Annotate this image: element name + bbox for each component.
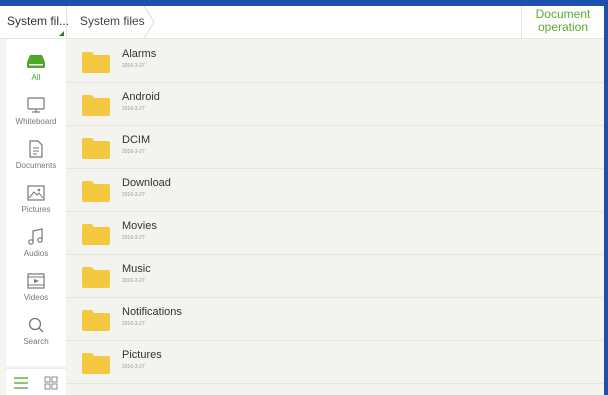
sidebar: All Whiteboard Documents Pictures Audios… <box>6 39 66 366</box>
sidebar-item-label: Whiteboard <box>15 117 57 126</box>
document-operation-label: Document operation <box>535 7 591 34</box>
folder-icon <box>82 224 110 245</box>
list-item[interactable]: Android 2016-3-27 <box>66 82 604 126</box>
sidebar-item-audios[interactable]: Audios <box>6 223 66 267</box>
sidebar-item-label: Pictures <box>21 205 51 214</box>
breadcrumb[interactable]: System files <box>66 6 156 38</box>
folder-icon <box>82 267 110 288</box>
folder-icon <box>82 138 110 159</box>
file-manager-window: System fil... System files Document oper… <box>0 6 604 395</box>
file-date: 2016-3-27 <box>122 278 145 284</box>
folder-icon <box>82 52 110 73</box>
document-operation-button[interactable]: Document operation <box>521 6 604 38</box>
file-date: 2016-3-27 <box>122 364 145 370</box>
search-icon <box>28 317 44 333</box>
sidebar-item-pictures[interactable]: Pictures <box>6 179 66 223</box>
sidebar-item-search[interactable]: Search <box>6 311 66 355</box>
sidebar-item-videos[interactable]: Videos <box>6 267 66 311</box>
top-bar: System fil... System files Document oper… <box>0 6 604 39</box>
document-icon <box>29 140 43 158</box>
file-name: Movies <box>122 220 157 232</box>
sidebar-item-label: Search <box>23 337 49 346</box>
file-name: Android <box>122 91 160 103</box>
list-item[interactable]: DCIM 2016-3-27 <box>66 125 604 169</box>
file-list: Alarms 2016-3-27 Android 2016-3-27 DCIM … <box>66 39 604 395</box>
breadcrumb-label: System files <box>80 14 145 28</box>
sidebar-item-whiteboard[interactable]: Whiteboard <box>6 91 66 135</box>
sidebar-item-label: All <box>31 73 41 82</box>
sidebar-item-label: Audios <box>23 249 49 258</box>
folder-icon <box>82 310 110 331</box>
file-name: Notifications <box>122 306 182 318</box>
sidebar-item-documents[interactable]: Documents <box>6 135 66 179</box>
list-item[interactable]: Alarms 2016-3-27 <box>66 39 604 83</box>
sidebar-item-label: Videos <box>23 293 49 302</box>
file-name: Music <box>122 263 151 275</box>
storage-dropdown[interactable]: System fil... <box>0 6 70 38</box>
folder-icon <box>82 95 110 116</box>
sidebar-item-label: Documents <box>15 161 57 170</box>
list-item[interactable]: Download 2016-3-27 <box>66 168 604 212</box>
file-date: 2016-3-27 <box>122 149 145 155</box>
music-note-icon <box>28 228 43 245</box>
drive-icon <box>27 55 45 68</box>
folder-icon <box>82 181 110 202</box>
file-name: Alarms <box>122 48 157 60</box>
list-item[interactable]: Music 2016-3-27 <box>66 254 604 298</box>
file-name: Pictures <box>122 349 162 361</box>
grid-view-icon[interactable] <box>43 375 59 391</box>
file-date: 2016-3-27 <box>122 63 145 69</box>
video-icon <box>27 273 45 289</box>
view-mode-bar <box>6 368 66 395</box>
breadcrumb-chevron-icon <box>143 6 155 38</box>
file-date: 2016-3-27 <box>122 192 145 198</box>
list-item[interactable]: Notifications 2016-3-27 <box>66 297 604 341</box>
sidebar-item-all[interactable]: All <box>6 47 66 91</box>
file-date: 2016-3-27 <box>122 321 145 327</box>
list-view-icon[interactable] <box>13 375 29 391</box>
file-name: DCIM <box>122 134 151 146</box>
list-item[interactable]: Pictures 2016-3-27 <box>66 340 604 384</box>
dropdown-caret-icon <box>59 31 64 36</box>
list-item[interactable]: Movies 2016-3-27 <box>66 211 604 255</box>
file-date: 2016-3-27 <box>122 106 145 112</box>
file-date: 2016-3-27 <box>122 235 145 241</box>
storage-dropdown-label: System fil... <box>7 14 70 28</box>
folder-icon <box>82 353 110 374</box>
file-name: Download <box>122 177 171 189</box>
monitor-icon <box>27 97 45 113</box>
picture-icon <box>27 185 45 201</box>
